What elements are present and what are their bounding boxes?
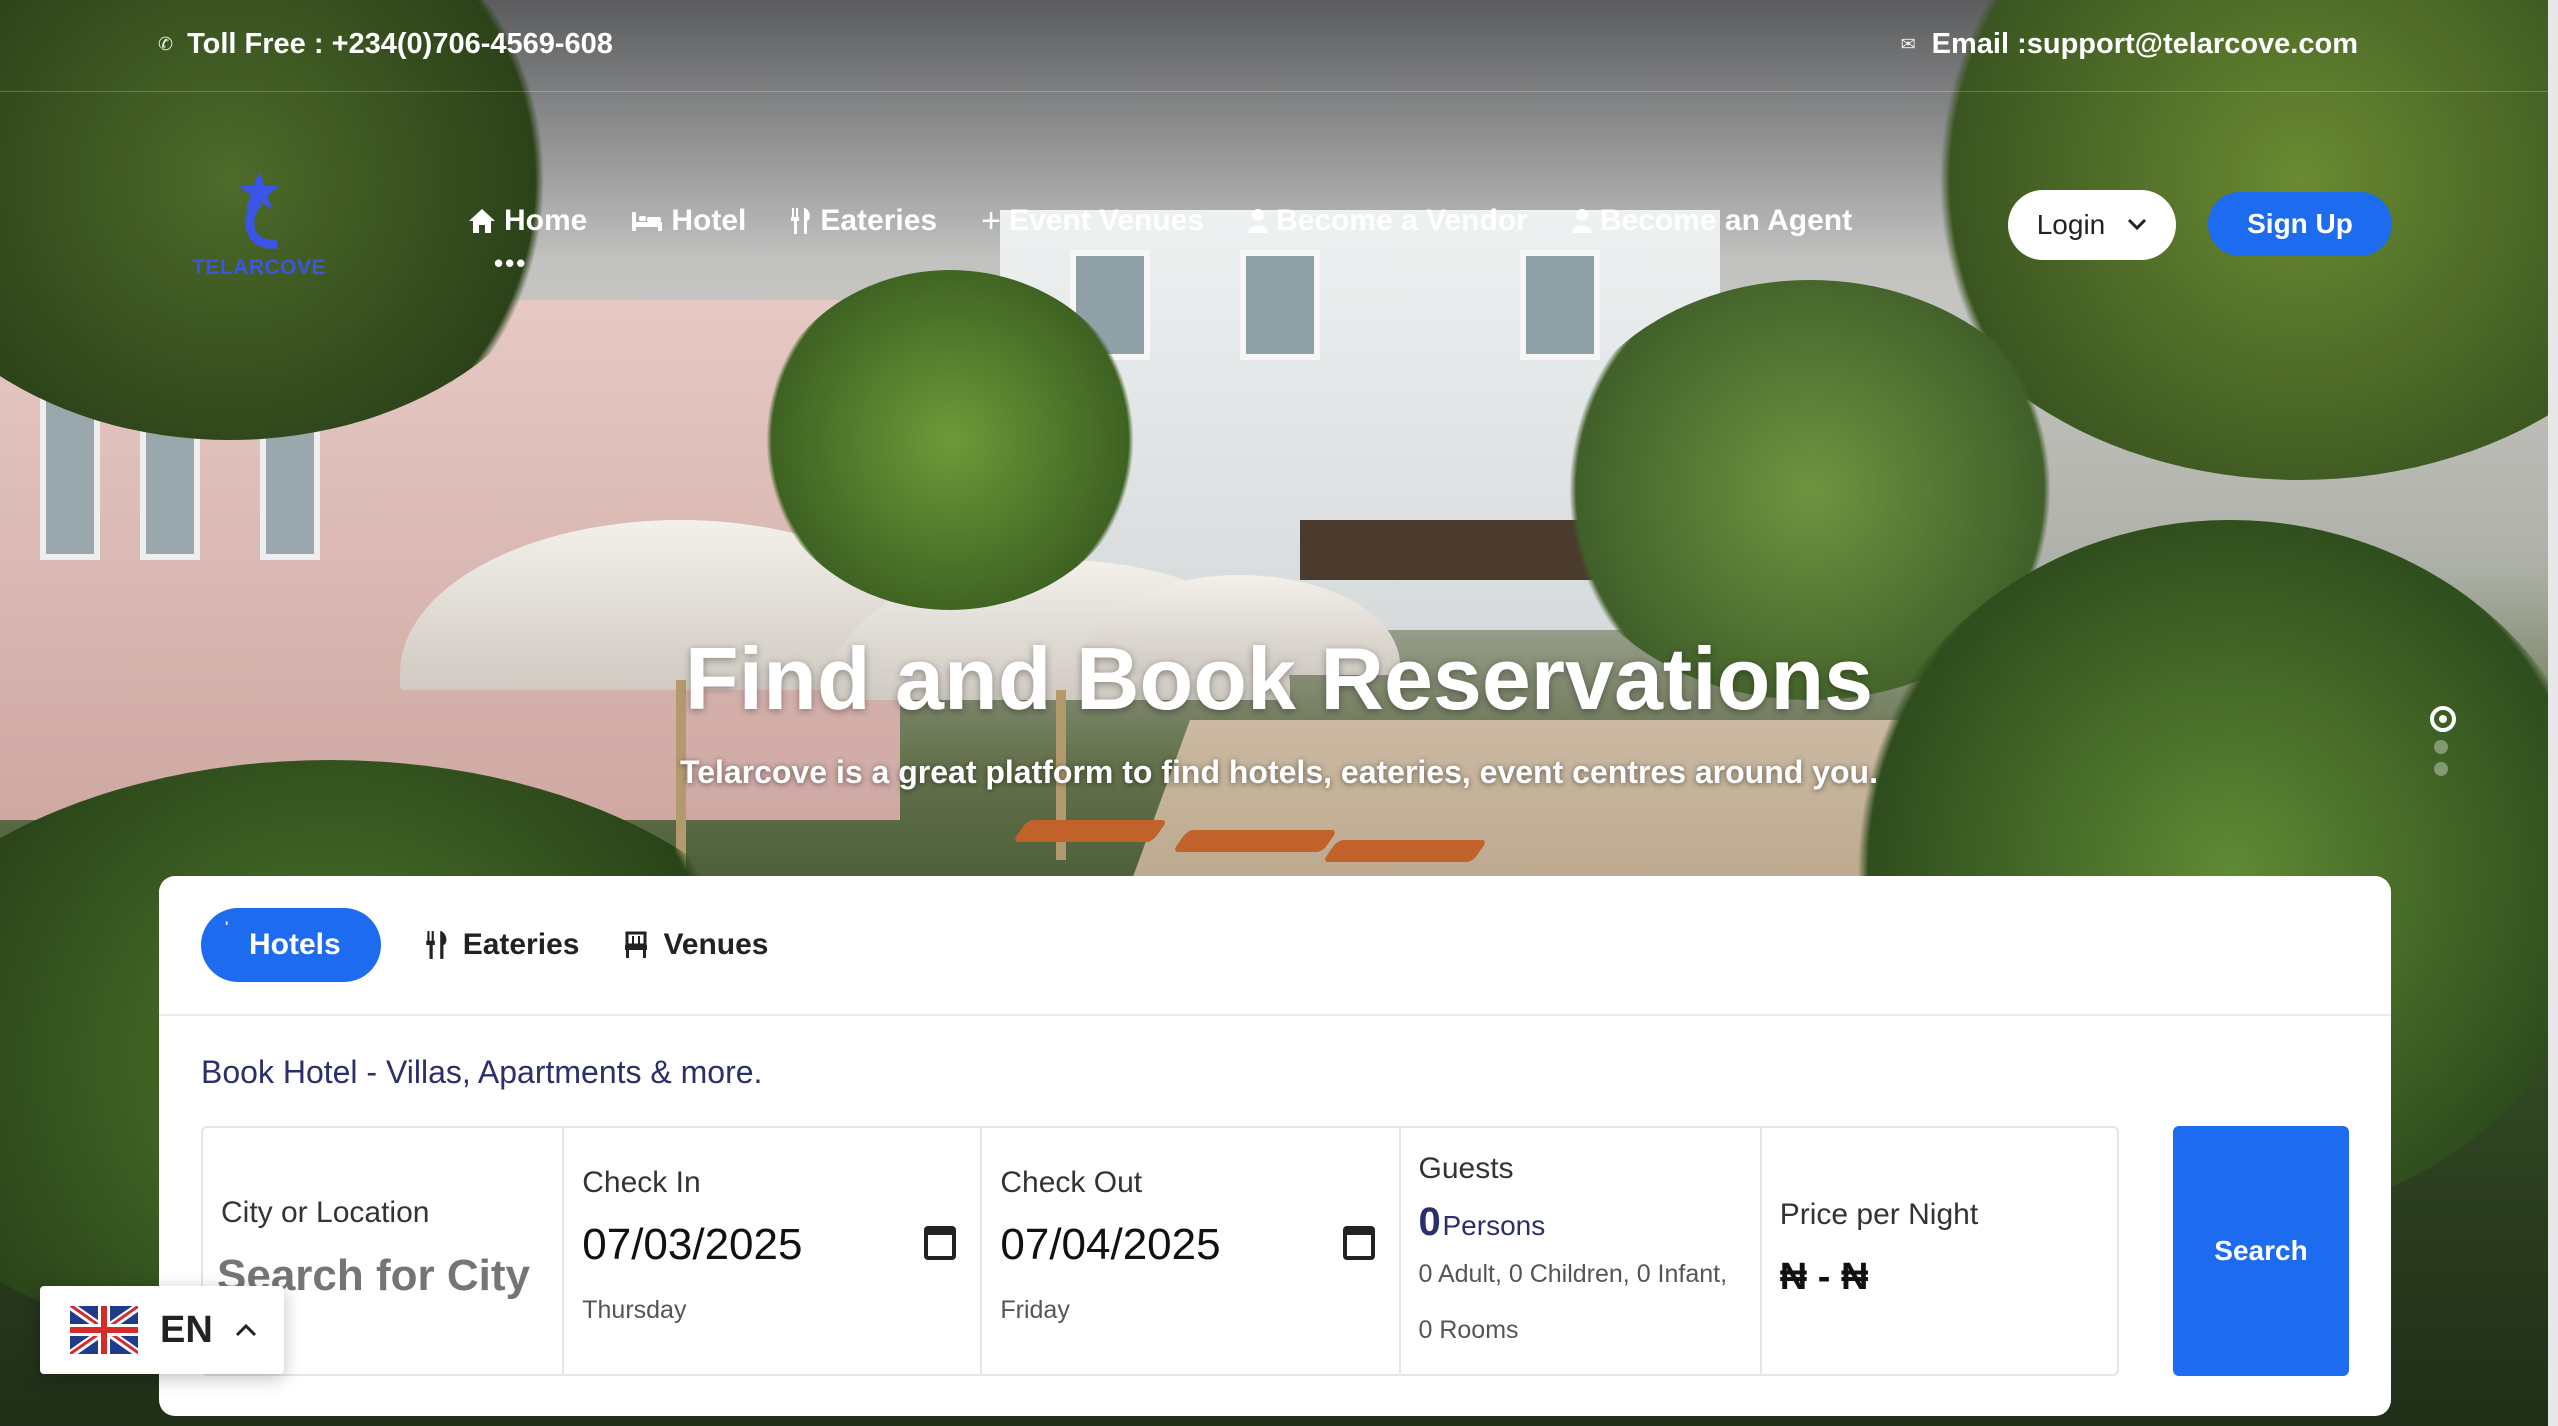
check-in-day: Thursday: [582, 1296, 687, 1324]
divider: [159, 1014, 2391, 1016]
check-in-label: Check In: [582, 1166, 701, 1199]
mail-icon: ✉: [1900, 34, 1916, 54]
price-label: Price per Night: [1779, 1198, 1979, 1231]
calendar-icon[interactable]: [924, 1226, 957, 1260]
login-label: Login: [2036, 209, 2106, 240]
check-out-field[interactable]: Check Out 07/04/2025 Friday: [982, 1128, 1401, 1374]
hero-title-part2: Reservations: [1295, 629, 1874, 728]
nav-hotel[interactable]: Hotel: [631, 204, 746, 238]
calendar-icon[interactable]: [1342, 1226, 1375, 1260]
guests-unit: Persons: [1442, 1210, 1546, 1241]
top-bar: ✆ Toll Free : +234(0)706-4569-608 ✉ Emai…: [0, 0, 2558, 92]
search-tagline: Book Hotel - Villas, Apartments & more.: [201, 1054, 763, 1090]
nav-hotel-label: Hotel: [671, 204, 747, 237]
nav-home-label: Home: [504, 204, 588, 237]
venue-icon: [625, 931, 648, 958]
logo-mark-icon: [239, 172, 279, 249]
utensils-icon: [791, 208, 811, 234]
search-card: ' Hotels Eateries Venues Book Hotel - Vi…: [159, 876, 2391, 1416]
language-selector[interactable]: EN: [40, 1286, 284, 1374]
logo-text: TELARCOVE: [192, 256, 327, 279]
user-icon: [1248, 209, 1269, 233]
hero-title: Find and Book Reservations: [0, 628, 2558, 730]
plus-icon: +: [981, 202, 1001, 240]
toll-free[interactable]: ✆ Toll Free : +234(0)706-4569-608: [158, 28, 613, 61]
scrollbar-track[interactable]: [2548, 0, 2558, 1426]
guests-label: Guests: [1418, 1152, 1514, 1185]
check-out-date: 07/04/2025: [1000, 1220, 1221, 1269]
guests-rooms: 0 Rooms: [1418, 1316, 1519, 1344]
nav-become-vendor[interactable]: Become a Vendor: [1248, 204, 1528, 238]
active-indicator: •••: [494, 248, 528, 278]
chevron-up-icon: [235, 1323, 256, 1337]
nav-eateries[interactable]: Eateries: [790, 204, 937, 238]
guests-breakdown: 0 Adult, 0 Children, 0 Infant,: [1418, 1260, 1728, 1288]
nav-home[interactable]: Home •••: [468, 204, 588, 278]
check-out-label: Check Out: [1000, 1166, 1143, 1199]
utensils-icon: [425, 931, 447, 959]
search-tabs: ' Hotels Eateries Venues: [201, 908, 769, 982]
login-dropdown[interactable]: Login: [2008, 190, 2176, 260]
slider-dot[interactable]: [2434, 740, 2448, 754]
guests-field[interactable]: Guests 0 Persons 0 Adult, 0 Children, 0 …: [1401, 1128, 1762, 1374]
nav-become-vendor-label: Become a Vendor: [1276, 204, 1528, 237]
hotel-icon: ': [225, 918, 229, 934]
nav-eateries-label: Eateries: [820, 204, 938, 237]
slider-dot-active[interactable]: [2430, 706, 2456, 732]
hero-title-accent: Book: [1075, 629, 1296, 728]
user-icon: [1571, 209, 1592, 233]
tab-hotels-label: Hotels: [249, 928, 341, 961]
support-email-text: Email :support@telarcove.com: [1931, 28, 2358, 60]
search-button[interactable]: Search: [2173, 1126, 2349, 1376]
chevron-down-icon: [2128, 218, 2147, 231]
check-in-date: 07/03/2025: [582, 1220, 803, 1269]
nav-become-agent-label: Become an Agent: [1599, 204, 1853, 237]
uk-flag-icon: [70, 1306, 138, 1354]
tab-hotels[interactable]: ' Hotels: [201, 908, 381, 982]
check-in-field[interactable]: Check In 07/03/2025 Thursday: [564, 1128, 983, 1374]
toll-free-text: Toll Free : +234(0)706-4569-608: [187, 28, 613, 60]
city-label: City or Location: [221, 1196, 430, 1229]
phone-icon: ✆: [158, 34, 174, 54]
search-fields: City or Location Check In 07/03/2025 Thu…: [201, 1126, 2119, 1376]
home-icon: [469, 209, 495, 233]
tab-venues-label: Venues: [663, 928, 769, 961]
tab-venues[interactable]: Venues: [623, 908, 769, 982]
hero-title-part1: Find and: [684, 629, 1076, 728]
signup-button[interactable]: Sign Up: [2208, 192, 2392, 256]
guests-count: 0: [1418, 1200, 1441, 1244]
nav-event-venues[interactable]: + Event Venues: [981, 204, 1204, 238]
main-nav: Home ••• Hotel Eateries + Event Venues B…: [468, 204, 1853, 278]
price-range: ₦ - ₦: [1779, 1256, 1869, 1298]
check-out-day: Friday: [1000, 1296, 1070, 1324]
tab-eateries[interactable]: Eateries: [425, 908, 580, 982]
tab-eateries-label: Eateries: [462, 928, 580, 961]
language-code: EN: [160, 1308, 213, 1351]
price-field[interactable]: Price per Night ₦ - ₦: [1762, 1128, 2117, 1374]
nav-become-agent[interactable]: Become an Agent: [1571, 204, 1853, 238]
bed-icon: [632, 212, 663, 231]
slider-dots: [2430, 706, 2456, 776]
hero-subtitle: Telarcove is a great platform to find ho…: [680, 754, 1878, 790]
nav-event-venues-label: Event Venues: [1008, 204, 1205, 237]
logo[interactable]: TELARCOVE: [192, 168, 327, 284]
slider-dot[interactable]: [2434, 762, 2448, 776]
support-email[interactable]: ✉ Email :support@telarcove.com: [1901, 28, 2358, 61]
